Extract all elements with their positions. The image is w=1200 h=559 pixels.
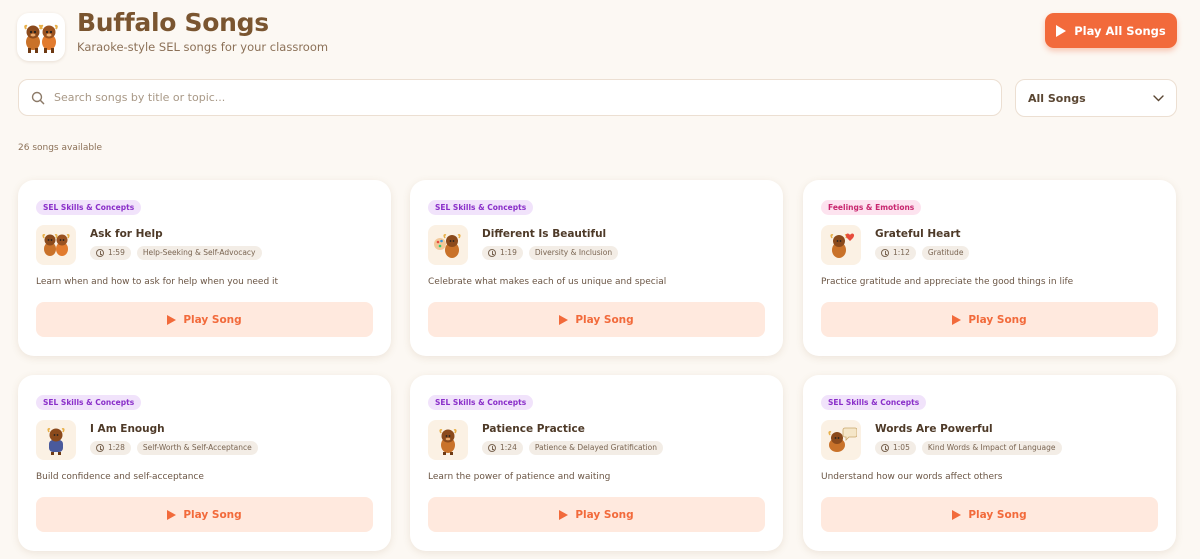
song-description: Practice gratitude and appreciate the go… <box>821 277 1074 287</box>
song-card: Feelings & Emotions Grateful Heart 1:12 … <box>803 180 1176 356</box>
play-song-button[interactable]: Play Song <box>821 497 1158 532</box>
song-card: SEL Skills & Concepts Patience Practice … <box>410 375 783 551</box>
play-all-songs-button[interactable]: Play All Songs <box>1045 13 1177 48</box>
play-song-label: Play Song <box>575 508 634 521</box>
song-title: Words Are Powerful <box>875 423 993 435</box>
duration-badge: 1:05 <box>875 441 916 455</box>
song-title: Patience Practice <box>482 423 585 435</box>
song-description: Learn when and how to ask for help when … <box>36 277 279 287</box>
play-icon <box>952 509 962 520</box>
buffalo-confident-icon <box>36 420 76 460</box>
topic-badge: Help-Seeking & Self-Advocacy <box>136 246 262 260</box>
song-description: Build confidence and self-acceptance <box>36 472 204 482</box>
duration-text: 1:19 <box>500 248 517 257</box>
song-meta: 1:59 Help-Seeking & Self-Advocacy <box>90 246 262 260</box>
buffalo-waiting-icon <box>428 420 468 460</box>
song-title: Different Is Beautiful <box>482 228 607 240</box>
play-song-label: Play Song <box>183 313 242 326</box>
clock-icon <box>881 444 889 452</box>
song-title: Grateful Heart <box>875 228 961 240</box>
play-icon <box>167 314 177 325</box>
song-meta: 1:28 Self-Worth & Self-Acceptance <box>90 441 258 455</box>
play-song-button[interactable]: Play Song <box>36 302 373 337</box>
play-song-label: Play Song <box>968 313 1027 326</box>
song-description: Learn the power of patience and waiting <box>428 472 611 482</box>
app-subtitle: Karaoke-style SEL songs for your classro… <box>77 40 329 54</box>
topic-badge: Self-Worth & Self-Acceptance <box>136 441 258 455</box>
category-tag: SEL Skills & Concepts <box>428 395 534 410</box>
song-title: Ask for Help <box>90 228 163 240</box>
play-song-button[interactable]: Play Song <box>428 497 765 532</box>
song-card: SEL Skills & Concepts Ask for Help 1:59 … <box>18 180 391 356</box>
duration-text: 1:28 <box>108 443 125 452</box>
duration-text: 1:05 <box>893 443 910 452</box>
category-tag: Feelings & Emotions <box>821 200 922 215</box>
category-filter-value: All Songs <box>1028 91 1086 105</box>
duration-text: 1:59 <box>108 248 125 257</box>
buffalo-painter-icon <box>428 225 468 265</box>
buffalo-logo-icon <box>17 13 65 61</box>
clock-icon <box>96 444 104 452</box>
play-song-button[interactable]: Play Song <box>428 302 765 337</box>
play-song-label: Play Song <box>183 508 242 521</box>
category-tag: SEL Skills & Concepts <box>36 395 142 410</box>
search-bar[interactable] <box>18 79 1002 116</box>
song-card: SEL Skills & Concepts Words Are Powerful… <box>803 375 1176 551</box>
category-tag: SEL Skills & Concepts <box>428 200 534 215</box>
buffalo-heart-icon <box>821 225 861 265</box>
song-description: Celebrate what makes each of us unique a… <box>428 277 667 287</box>
topic-badge: Kind Words & Impact of Language <box>921 441 1062 455</box>
song-meta: 1:19 Diversity & Inclusion <box>482 246 619 260</box>
duration-badge: 1:12 <box>875 246 916 260</box>
play-song-button[interactable]: Play Song <box>36 497 373 532</box>
duration-badge: 1:24 <box>482 441 523 455</box>
app-header: Buffalo Songs Karaoke-style SEL songs fo… <box>17 8 1177 61</box>
app-title: Buffalo Songs <box>77 8 269 37</box>
search-input[interactable] <box>54 91 927 104</box>
clock-icon <box>488 249 496 257</box>
duration-badge: 1:19 <box>482 246 523 260</box>
category-filter-select[interactable]: All Songs <box>1015 79 1177 117</box>
clock-icon <box>96 249 104 257</box>
duration-badge: 1:28 <box>90 441 131 455</box>
play-icon <box>952 314 962 325</box>
play-icon <box>167 509 177 520</box>
clock-icon <box>488 444 496 452</box>
buffalo-pair-icon <box>36 225 76 265</box>
duration-badge: 1:59 <box>90 246 131 260</box>
clock-icon <box>881 249 889 257</box>
category-tag: SEL Skills & Concepts <box>821 395 927 410</box>
play-icon <box>559 314 569 325</box>
play-icon <box>559 509 569 520</box>
topic-badge: Patience & Delayed Gratification <box>528 441 663 455</box>
song-title: I Am Enough <box>90 423 165 435</box>
play-song-button[interactable]: Play Song <box>821 302 1158 337</box>
search-icon <box>31 91 45 104</box>
play-song-label: Play Song <box>575 313 634 326</box>
song-card: SEL Skills & Concepts Different Is Beaut… <box>410 180 783 356</box>
song-description: Understand how our words affect others <box>821 472 1003 482</box>
topic-badge: Gratitude <box>921 246 970 260</box>
song-meta: 1:12 Gratitude <box>875 246 970 260</box>
play-song-label: Play Song <box>968 508 1027 521</box>
song-card: SEL Skills & Concepts I Am Enough 1:28 S… <box>18 375 391 551</box>
category-tag: SEL Skills & Concepts <box>36 200 142 215</box>
song-meta: 1:05 Kind Words & Impact of Language <box>875 441 1062 455</box>
play-icon <box>1056 24 1067 37</box>
buffalo-speech-bubble-icon <box>821 420 861 460</box>
chevron-down-icon <box>1153 94 1164 101</box>
play-all-label: Play All Songs <box>1074 23 1166 38</box>
duration-text: 1:12 <box>893 248 910 257</box>
topic-badge: Diversity & Inclusion <box>528 246 619 260</box>
duration-text: 1:24 <box>500 443 517 452</box>
song-meta: 1:24 Patience & Delayed Gratification <box>482 441 663 455</box>
songs-count: 26 songs available <box>18 143 103 153</box>
